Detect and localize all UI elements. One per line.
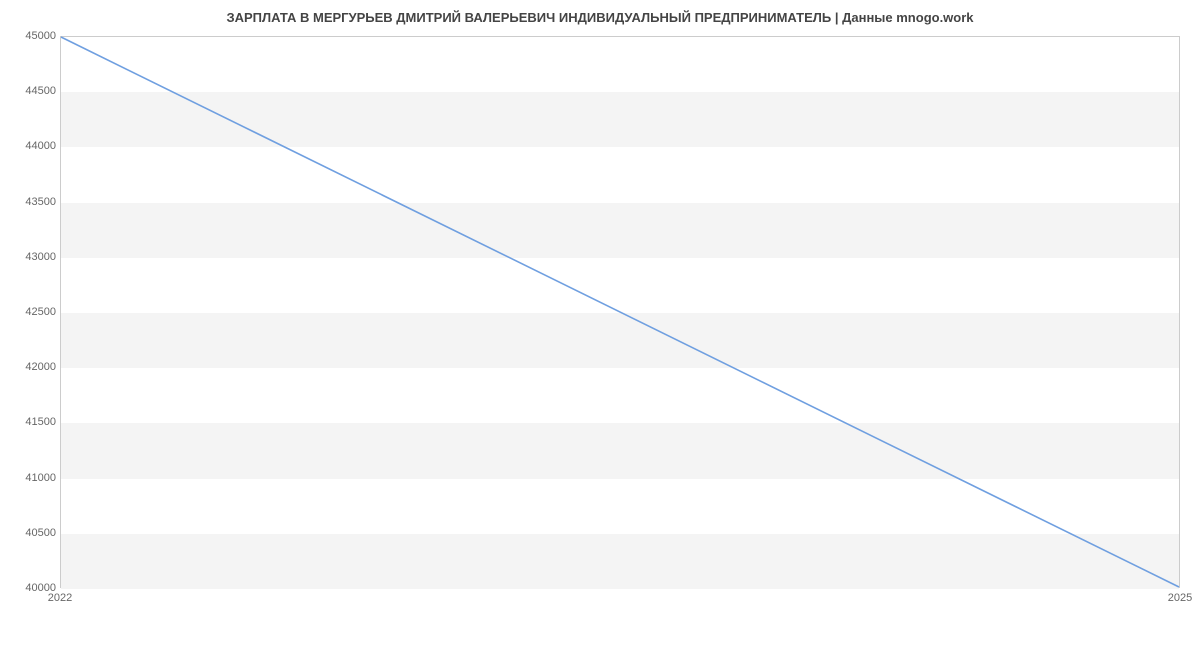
line-layer bbox=[61, 37, 1179, 587]
y-tick-label: 41500 bbox=[6, 416, 56, 428]
y-tick-label: 44500 bbox=[6, 85, 56, 97]
x-tick-label: 2022 bbox=[48, 592, 72, 604]
y-tick-label: 41000 bbox=[6, 472, 56, 484]
y-tick-label: 43500 bbox=[6, 196, 56, 208]
y-tick-label: 42500 bbox=[6, 306, 56, 318]
y-tick-label: 45000 bbox=[6, 30, 56, 42]
x-tick-label: 2025 bbox=[1168, 592, 1192, 604]
chart-container: ЗАРПЛАТА В МЕРГУРЬЕВ ДМИТРИЙ ВАЛЕРЬЕВИЧ … bbox=[0, 0, 1200, 620]
y-tick-label: 42000 bbox=[6, 361, 56, 373]
y-tick-label: 43000 bbox=[6, 251, 56, 263]
data-line bbox=[61, 37, 1179, 587]
plot-area bbox=[60, 36, 1180, 588]
chart-title: ЗАРПЛАТА В МЕРГУРЬЕВ ДМИТРИЙ ВАЛЕРЬЕВИЧ … bbox=[0, 0, 1200, 31]
y-tick-label: 44000 bbox=[6, 140, 56, 152]
y-tick-label: 40500 bbox=[6, 527, 56, 539]
